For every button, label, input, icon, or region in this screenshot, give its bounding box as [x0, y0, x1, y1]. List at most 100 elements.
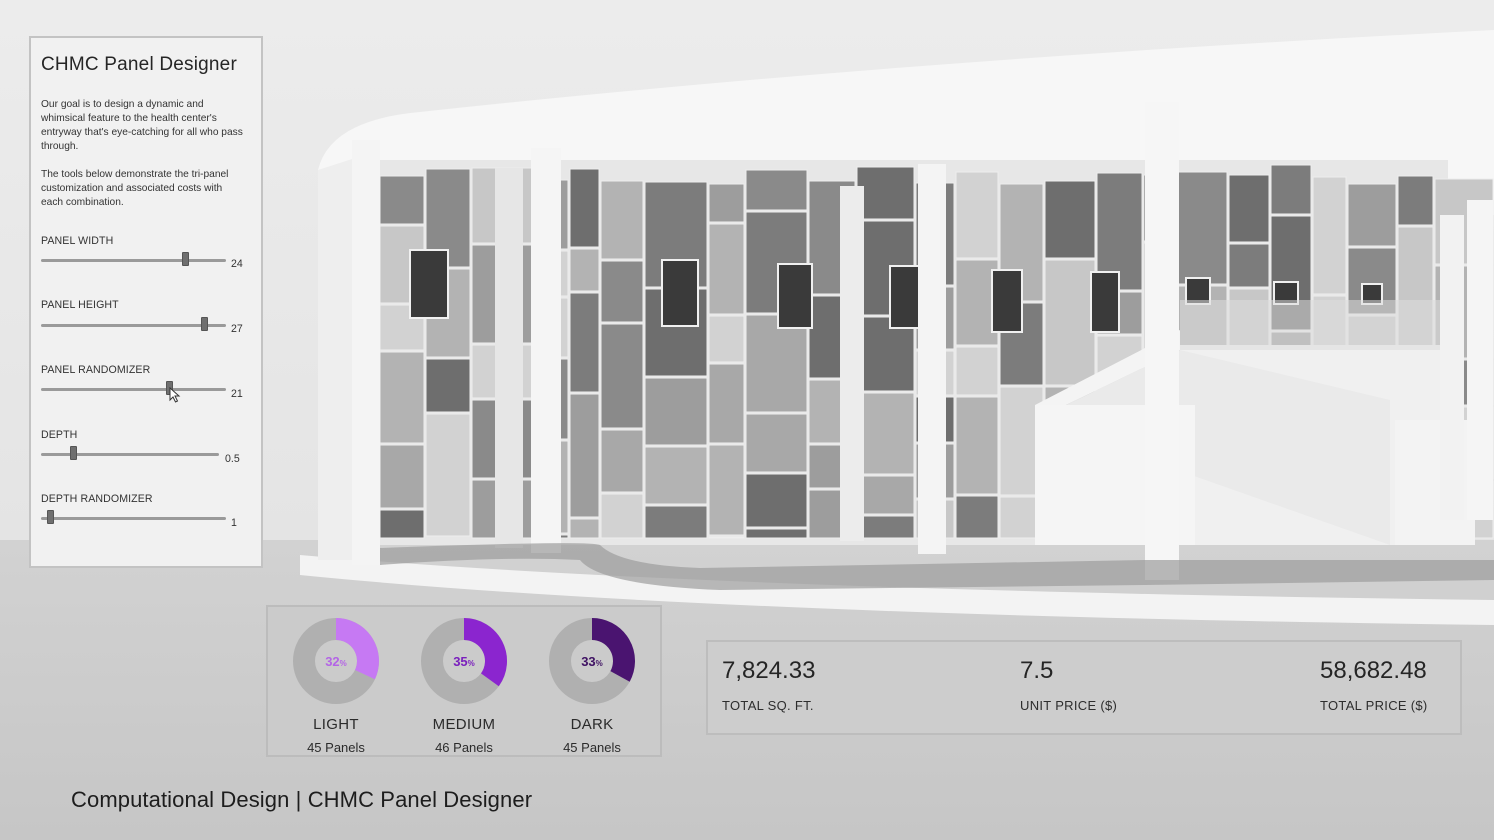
dark-panel	[409, 249, 449, 319]
panel-randomizer-track[interactable]	[41, 388, 226, 391]
wall-panel	[569, 248, 600, 292]
wall-panel	[955, 495, 999, 539]
wall-panel	[1347, 183, 1397, 247]
wall-panel	[955, 346, 999, 396]
dark-panel	[777, 263, 813, 329]
wall-panel	[745, 528, 808, 539]
svg-text:32%: 32%	[325, 654, 347, 669]
wall-panel	[379, 444, 425, 509]
wall-panel	[379, 351, 425, 444]
cursor-arrow-icon	[169, 387, 181, 403]
donut-dark-unit: %	[596, 659, 603, 668]
panel-height-label: PANEL HEIGHT	[41, 299, 119, 311]
panel-description-tools: The tools below demonstrate the tri-pane…	[41, 169, 229, 208]
donut-light-count: 45 Panels	[307, 740, 365, 755]
depth-value: 0.5	[225, 453, 240, 465]
wall-panel	[1044, 259, 1096, 386]
wall-panel	[600, 180, 644, 260]
wall-panel	[708, 223, 745, 315]
panel-width-value: 24	[231, 258, 243, 270]
wall-panel	[644, 446, 708, 505]
panel-height-handle[interactable]	[200, 317, 208, 331]
depth-randomizer-track[interactable]	[41, 517, 226, 520]
panel-height-value: 27	[231, 323, 243, 335]
donut-light-percent: 32	[325, 654, 339, 669]
depth-handle[interactable]	[70, 446, 78, 460]
wall-panel	[1228, 243, 1270, 288]
wall-panel	[708, 315, 745, 363]
donut-medium-count: 46 Panels	[435, 740, 493, 755]
wall-panel	[745, 314, 808, 413]
wall-panel	[379, 175, 425, 225]
wall-panel	[425, 358, 471, 413]
panel-title: CHMC Panel Designer	[41, 54, 237, 75]
donut-chart-dark: 33%	[549, 618, 635, 704]
donut-dark: 33% DARK 45 Panels	[537, 615, 647, 755]
wall-panel	[955, 396, 999, 495]
panel-randomizer-label: PANEL RANDOMIZER	[41, 364, 151, 376]
wall-panel	[708, 363, 745, 444]
donut-medium: 35% MEDIUM 46 Panels	[409, 615, 519, 755]
wall-panel	[569, 393, 600, 518]
wall-panel	[600, 323, 644, 429]
wall-panel	[569, 518, 600, 539]
dark-panel	[661, 259, 699, 327]
wall-panel	[856, 515, 915, 539]
wall-panel	[644, 505, 708, 539]
depth-randomizer-handle[interactable]	[47, 510, 55, 524]
panel-height-track[interactable]	[41, 324, 226, 327]
wall-panel	[1177, 171, 1228, 285]
panel-width-handle[interactable]	[182, 252, 190, 266]
donut-medium-percent: 35	[453, 654, 467, 669]
wall-panel	[745, 473, 808, 528]
donut-medium-unit: %	[468, 659, 475, 668]
donut-light-label: LIGHT	[313, 716, 359, 733]
wall-panel	[708, 183, 745, 223]
wall-panel	[1397, 175, 1434, 226]
donut-chart-light: 32%	[293, 618, 379, 704]
panel-width-track[interactable]	[41, 259, 226, 262]
total-price-value: 58,682.48	[1320, 657, 1427, 684]
unit-price-label: UNIT PRICE ($)	[1020, 698, 1118, 713]
wall-panel	[425, 413, 471, 537]
panel-width-label: PANEL WIDTH	[41, 235, 114, 247]
depth-randomizer-value: 1	[231, 517, 237, 529]
wall-panel	[644, 377, 708, 446]
wall-panel	[856, 475, 915, 515]
slide-caption: Computational Design | CHMC Panel Design…	[71, 787, 533, 812]
panel-description-goal: Our goal is to design a dynamic and whim…	[41, 99, 243, 152]
total-price-label: TOTAL PRICE ($)	[1320, 698, 1428, 713]
wall-panel	[600, 493, 644, 539]
wall-panel	[856, 392, 915, 475]
wall-panel	[600, 429, 644, 493]
donut-chart-medium: 35%	[421, 618, 507, 704]
wall-panel	[1270, 164, 1312, 215]
wall-panel	[569, 168, 600, 248]
donut-light-unit: %	[340, 659, 347, 668]
depth-label: DEPTH	[41, 429, 78, 441]
wall-panel	[600, 260, 644, 323]
wall-panel	[708, 536, 745, 539]
wall-panel	[745, 169, 808, 211]
donut-dark-count: 45 Panels	[563, 740, 621, 755]
panel-mix-summary: 32% LIGHT 45 Panels 35% MEDIUM 46 Panels…	[266, 605, 662, 757]
control-panel: CHMC Panel Designer Our goal is to desig…	[29, 36, 263, 568]
total-sqft-value: 7,824.33	[722, 657, 816, 684]
wall-panel	[1312, 176, 1347, 295]
cost-summary: 7,824.33 TOTAL SQ. FT. 7.5 UNIT PRICE ($…	[706, 640, 1462, 735]
donut-light: 32% LIGHT 45 Panels	[281, 615, 391, 755]
depth-track[interactable]	[41, 453, 219, 456]
svg-text:35%: 35%	[453, 654, 475, 669]
svg-text:33%: 33%	[581, 654, 603, 669]
wall-panel	[708, 444, 745, 536]
depth-randomizer-label: DEPTH RANDOMIZER	[41, 493, 153, 505]
wall-panel	[569, 292, 600, 393]
dark-panel	[1090, 271, 1120, 333]
donut-dark-percent: 33	[581, 654, 595, 669]
panel-randomizer-value: 21	[231, 388, 243, 400]
dark-panel	[889, 265, 921, 329]
wall-panel	[955, 171, 999, 259]
wall-panel	[856, 166, 915, 220]
donut-medium-label: MEDIUM	[432, 716, 496, 733]
dark-panel	[991, 269, 1023, 333]
